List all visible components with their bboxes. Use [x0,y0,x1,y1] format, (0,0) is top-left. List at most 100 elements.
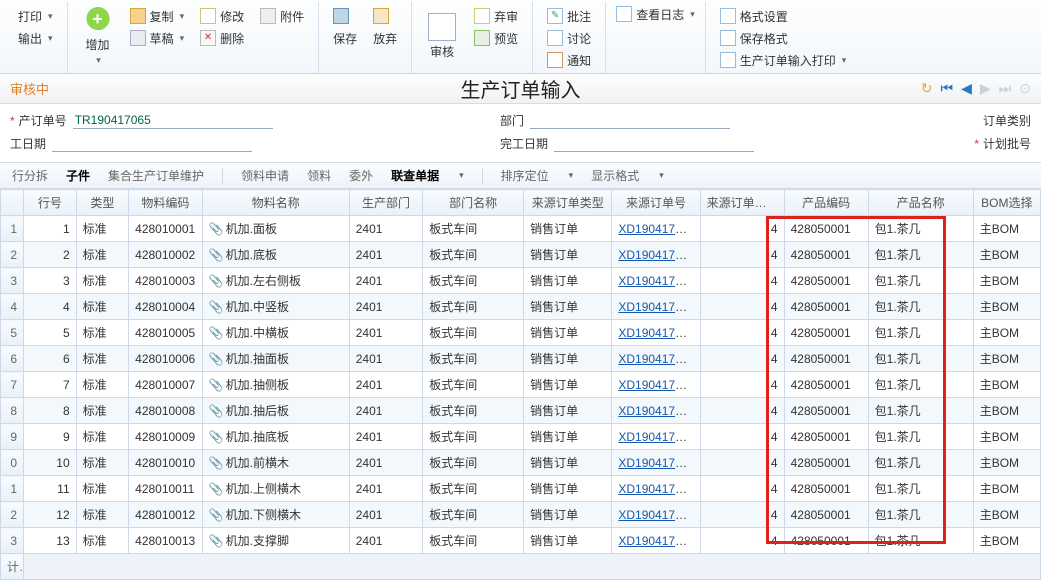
cell-srctype[interactable]: 销售订单 [524,294,612,320]
data-grid[interactable]: 行号 类型 物料编码 物料名称 生产部门 部门名称 来源订单类型 来源订单号 来… [0,189,1041,580]
more-icon[interactable]: ⊙ [1019,80,1031,97]
table-row[interactable]: 66标准428010006📎机加.抽面板2401板式车间销售订单XD190417… [1,346,1041,372]
cell-type[interactable]: 标准 [76,320,129,346]
col-srcline[interactable]: 来源订单行号 [700,190,784,216]
col-matname[interactable]: 物料名称 [202,190,349,216]
cell-prodname[interactable]: 包1.茶几 [868,476,973,502]
export-button[interactable]: 输出▾ [14,28,57,48]
sort-pos-button[interactable]: 排序定位 [501,167,549,184]
col-prodcode[interactable]: 产品编码 [784,190,868,216]
cell-bom[interactable]: 主BOM [973,372,1040,398]
cell-prodcode[interactable]: 428050001 [784,268,868,294]
audit-button[interactable]: 审核 [418,4,466,66]
cell-srcno[interactable]: XD190417002 [612,502,700,528]
finish-date-input[interactable] [554,135,754,152]
cell-prodcode[interactable]: 428050001 [784,294,868,320]
src-order-link[interactable]: XD190417002 [618,378,695,392]
cell-deptname[interactable]: 板式车间 [423,398,524,424]
cell-prodcode[interactable]: 428050001 [784,476,868,502]
col-srctype[interactable]: 来源订单类型 [524,190,612,216]
cell-line[interactable]: 10 [24,450,77,476]
cell-deptname[interactable]: 板式车间 [423,476,524,502]
cell-prodcode[interactable]: 428050001 [784,398,868,424]
cell-srcline[interactable]: 4 [700,450,784,476]
show-format-button[interactable]: 显示格式 [591,167,639,184]
link-doc-button[interactable]: 联查单据 [391,167,439,184]
cell-deptname[interactable]: 板式车间 [423,372,524,398]
cell-type[interactable]: 标准 [76,294,129,320]
outsource-button[interactable]: 委外 [349,167,373,184]
src-order-link[interactable]: XD190417002 [618,352,695,366]
cell-line[interactable]: 1 [24,216,77,242]
cell-srctype[interactable]: 销售订单 [524,502,612,528]
cell-bom[interactable]: 主BOM [973,528,1040,554]
table-row[interactable]: 55标准428010005📎机加.中横板2401板式车间销售订单XD190417… [1,320,1041,346]
edit-button[interactable]: 修改 [196,6,248,26]
cell-prodname[interactable]: 包1.茶几 [868,320,973,346]
cell-bom[interactable]: 主BOM [973,268,1040,294]
cell-matname[interactable]: 📎机加.抽底板 [202,424,349,450]
cell-prodname[interactable]: 包1.茶几 [868,528,973,554]
cell-matname[interactable]: 📎机加.面板 [202,216,349,242]
cell-bom[interactable]: 主BOM [973,476,1040,502]
cell-type[interactable]: 标准 [76,372,129,398]
cell-matcode[interactable]: 428010010 [129,450,203,476]
cell-line[interactable]: 3 [24,268,77,294]
cell-matname[interactable]: 📎机加.抽侧板 [202,372,349,398]
cell-srcline[interactable]: 4 [700,372,784,398]
first-record-icon[interactable]: ⏮ [940,80,953,97]
cell-matcode[interactable]: 428010001 [129,216,203,242]
cell-prodname[interactable]: 包1.茶几 [868,268,973,294]
row-split-button[interactable]: 行分拆 [12,167,48,184]
cell-prodcode[interactable]: 428050001 [784,320,868,346]
cell-type[interactable]: 标准 [76,346,129,372]
cell-srctype[interactable]: 销售订单 [524,372,612,398]
cell-deptname[interactable]: 板式车间 [423,424,524,450]
src-order-link[interactable]: XD190417002 [618,430,695,444]
cell-srctype[interactable]: 销售订单 [524,398,612,424]
cell-prodname[interactable]: 包1.茶几 [868,502,973,528]
cell-srctype[interactable]: 销售订单 [524,450,612,476]
cell-srcno[interactable]: XD190417002 [612,372,700,398]
cell-line[interactable]: 13 [24,528,77,554]
cell-type[interactable]: 标准 [76,476,129,502]
cell-matname[interactable]: 📎机加.下侧横木 [202,502,349,528]
cell-srcline[interactable]: 4 [700,424,784,450]
cell-srctype[interactable]: 销售订单 [524,320,612,346]
cell-bom[interactable]: 主BOM [973,320,1040,346]
table-row[interactable]: 212标准428010012📎机加.下侧横木2401板式车间销售订单XD1904… [1,502,1041,528]
cell-proddept[interactable]: 2401 [349,398,423,424]
cell-proddept[interactable]: 2401 [349,424,423,450]
cell-srcno[interactable]: XD190417002 [612,242,700,268]
table-row[interactable]: 77标准428010007📎机加.抽侧板2401板式车间销售订单XD190417… [1,372,1041,398]
cell-srctype[interactable]: 销售订单 [524,268,612,294]
add-button[interactable]: 增加▾ [74,4,122,66]
cell-srcline[interactable]: 4 [700,268,784,294]
cell-proddept[interactable]: 2401 [349,372,423,398]
cell-bom[interactable]: 主BOM [973,424,1040,450]
cell-deptname[interactable]: 板式车间 [423,450,524,476]
col-bom[interactable]: BOM选择 [973,190,1040,216]
src-order-link[interactable]: XD190417002 [618,274,695,288]
cell-type[interactable]: 标准 [76,450,129,476]
table-row[interactable]: 313标准428010013📎机加.支撑脚2401板式车间销售订单XD19041… [1,528,1041,554]
cell-prodcode[interactable]: 428050001 [784,450,868,476]
save-button[interactable] [329,6,361,26]
pick-apply-button[interactable]: 领料申请 [241,167,289,184]
cell-type[interactable]: 标准 [76,216,129,242]
next-record-icon[interactable]: ▶ [980,80,991,97]
cell-prodcode[interactable]: 428050001 [784,242,868,268]
cell-matcode[interactable]: 428010005 [129,320,203,346]
cell-deptname[interactable]: 板式车间 [423,268,524,294]
cell-proddept[interactable]: 2401 [349,502,423,528]
cell-deptname[interactable]: 板式车间 [423,346,524,372]
cell-matname[interactable]: 📎机加.上侧横木 [202,476,349,502]
cell-srcno[interactable]: XD190417002 [612,476,700,502]
cell-srcno[interactable]: XD190417002 [612,346,700,372]
cell-deptname[interactable]: 板式车间 [423,294,524,320]
cell-srcline[interactable]: 4 [700,502,784,528]
cell-bom[interactable]: 主BOM [973,346,1040,372]
cell-matname[interactable]: 📎机加.左右侧板 [202,268,349,294]
cell-srcline[interactable]: 4 [700,346,784,372]
cell-srcno[interactable]: XD190417002 [612,528,700,554]
